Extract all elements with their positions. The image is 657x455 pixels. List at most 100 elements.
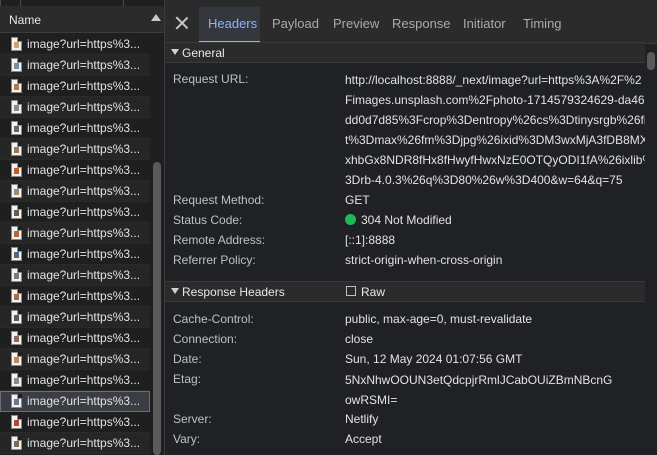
remote-address-value: [::1]:8888: [345, 233, 396, 247]
request-name: image?url=https%3...: [27, 163, 141, 177]
status-code-value: 304 Not Modified: [345, 213, 452, 227]
request-row[interactable]: image?url=https%3...: [0, 160, 150, 181]
thumbnail-swatch: [14, 336, 19, 342]
thumbnail-swatch: [14, 252, 19, 258]
request-row[interactable]: image?url=https%3...: [0, 244, 150, 265]
request-row[interactable]: image?url=https%3...: [0, 223, 150, 244]
etag-line: 5NxNhwOOUN3etQdcpjrRmlJCabOUiZBmNBcnG: [345, 373, 613, 387]
thumbnail-swatch: [14, 126, 19, 132]
request-list-scrollbar[interactable]: [151, 34, 163, 455]
request-name: image?url=https%3...: [27, 415, 141, 429]
vary-value: Accept: [345, 432, 382, 446]
request-url-line: http://localhost:8888/_next/image?url=ht…: [345, 73, 642, 87]
tab-initiator[interactable]: Initiator: [463, 16, 506, 31]
general-section-header[interactable]: General: [165, 42, 645, 63]
cache-control-value: public, max-age=0, must-revalidate: [345, 312, 533, 326]
image-file-icon: [11, 415, 22, 429]
request-url-label: Request URL:: [173, 72, 249, 86]
name-column-label: Name: [9, 13, 42, 27]
request-row[interactable]: image?url=https%3...: [0, 370, 150, 391]
scrollbar-thumb[interactable]: [153, 162, 161, 455]
response-headers-section-header[interactable]: Response Headers Raw: [165, 281, 645, 302]
thumbnail-swatch: [14, 63, 19, 69]
request-name: image?url=https%3...: [27, 37, 141, 51]
request-row[interactable]: image?url=https%3...: [0, 328, 150, 349]
request-row[interactable]: image?url=https%3...: [0, 412, 150, 433]
image-file-icon: [11, 184, 22, 198]
request-name: image?url=https%3...: [27, 121, 141, 135]
image-file-icon: [11, 58, 22, 72]
cache-control-label: Cache-Control:: [173, 312, 254, 326]
image-file-icon: [11, 436, 22, 450]
request-row[interactable]: image?url=https%3...: [0, 181, 150, 202]
general-section-title: General: [182, 46, 225, 60]
date-label: Date:: [173, 352, 202, 366]
close-icon[interactable]: [175, 16, 189, 30]
tab-timing[interactable]: Timing: [523, 16, 562, 31]
tab-payload[interactable]: Payload: [272, 16, 319, 31]
request-name: image?url=https%3...: [27, 58, 141, 72]
image-file-icon: [11, 163, 22, 177]
thumbnail-swatch: [14, 210, 19, 216]
request-name: image?url=https%3...: [27, 79, 141, 93]
request-row[interactable]: image?url=https%3...: [0, 202, 150, 223]
sort-ascending-icon[interactable]: [151, 14, 161, 21]
image-file-icon: [11, 310, 22, 324]
etag-line: owRSMI=: [345, 393, 398, 407]
request-row[interactable]: image?url=https%3...: [0, 34, 150, 55]
status-code-label: Status Code:: [173, 213, 243, 227]
collapse-caret-icon: [171, 49, 179, 55]
tab-preview[interactable]: Preview: [333, 16, 379, 31]
tab-response[interactable]: Response: [392, 16, 451, 31]
request-url-line: t%3Dmax%26fm%3Djpg%26ixid%3DM3wxMjA3fDB8…: [345, 133, 648, 147]
image-file-icon: [11, 37, 22, 51]
request-row[interactable]: image?url=https%3...: [0, 433, 150, 454]
status-ok-icon: [345, 214, 356, 225]
request-row[interactable]: image?url=https%3...: [0, 76, 150, 97]
request-row[interactable]: image?url=https%3...: [0, 55, 150, 76]
thumbnail-swatch: [14, 441, 19, 447]
image-file-icon: [11, 100, 22, 114]
image-file-icon: [11, 394, 22, 408]
thumbnail-swatch: [14, 399, 19, 405]
request-row[interactable]: image?url=https%3...: [0, 349, 150, 370]
request-url-value: http://localhost:8888/_next/image?url=ht…: [345, 70, 654, 190]
request-name: image?url=https%3...: [27, 205, 141, 219]
request-row[interactable]: image?url=https%3...: [0, 286, 150, 307]
image-file-icon: [11, 226, 22, 240]
request-name: image?url=https%3...: [27, 310, 141, 324]
request-method-value: GET: [345, 193, 370, 207]
request-row[interactable]: image?url=https%3...: [0, 265, 150, 286]
tab-headers[interactable]: Headers: [208, 16, 257, 31]
connection-value: close: [345, 332, 374, 346]
request-row[interactable]: image?url=https%3...: [0, 139, 150, 160]
referrer-policy-label: Referrer Policy:: [173, 253, 256, 267]
raw-checkbox[interactable]: [346, 286, 356, 296]
raw-checkbox-label[interactable]: Raw: [361, 285, 385, 299]
response-headers-title: Response Headers: [182, 285, 285, 299]
server-value: Netlify: [345, 412, 379, 426]
request-row[interactable]: image?url=https%3...: [0, 391, 150, 412]
scrollbar-thumb[interactable]: [647, 52, 655, 70]
name-column-header[interactable]: Name: [0, 6, 164, 33]
etag-label: Etag:: [173, 372, 202, 386]
request-name: image?url=https%3...: [27, 247, 141, 261]
request-list: image?url=https%3... image?url=https%3...…: [0, 34, 150, 455]
request-name: image?url=https%3...: [27, 289, 141, 303]
request-url-line: 3Drb-4.0.3%26q%3D80%26w%3D400&w=64&q=75: [345, 173, 623, 187]
thumbnail-swatch: [14, 105, 19, 111]
image-file-icon: [11, 289, 22, 303]
request-name: image?url=https%3...: [27, 373, 141, 387]
request-row[interactable]: image?url=https%3...: [0, 307, 150, 328]
thumbnail-swatch: [14, 420, 19, 426]
request-url-line: xhbGx8NDR8fHx8fHwyfHwxNzE0OTQyODI1fA%26i…: [345, 153, 654, 167]
connection-label: Connection:: [173, 332, 238, 346]
thumbnail-swatch: [14, 189, 19, 195]
details-scrollbar[interactable]: [645, 44, 657, 455]
request-name: image?url=https%3...: [27, 142, 141, 156]
request-row[interactable]: image?url=https%3...: [0, 118, 150, 139]
image-file-icon: [11, 247, 22, 261]
image-file-icon: [11, 373, 22, 387]
request-row[interactable]: image?url=https%3...: [0, 97, 150, 118]
image-file-icon: [11, 268, 22, 282]
